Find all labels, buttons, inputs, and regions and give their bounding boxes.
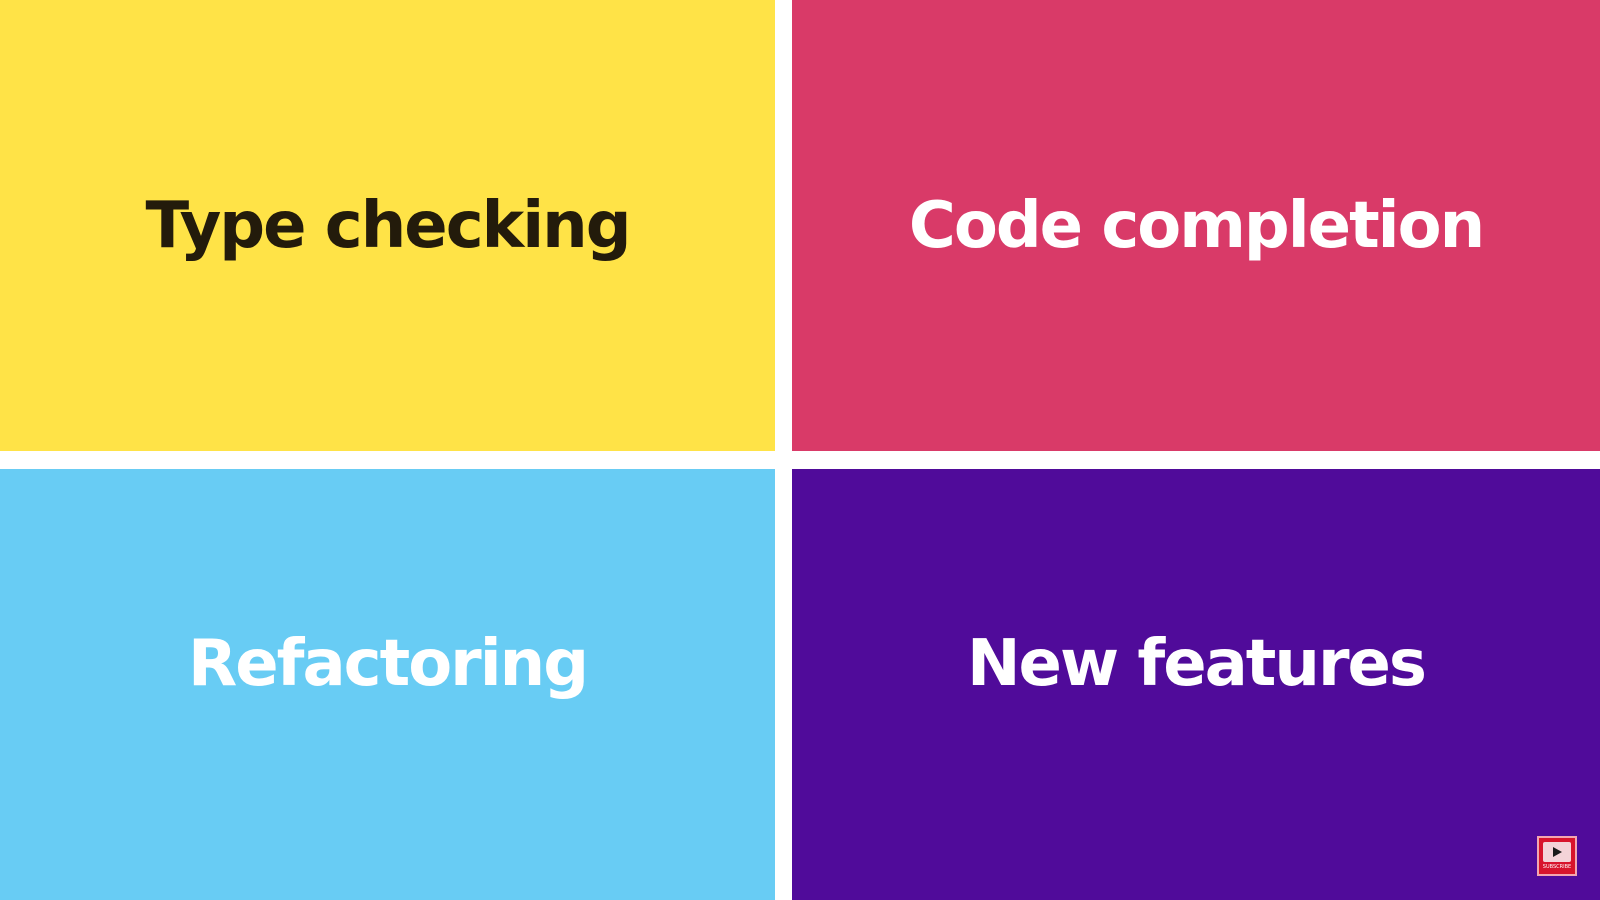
tile-code-completion: Code completion (792, 0, 1600, 451)
play-icon (1543, 842, 1571, 862)
feature-grid: Type checking Code completion Refactorin… (0, 0, 1600, 900)
tile-label: New features (966, 626, 1427, 701)
tile-new-features: New features (792, 469, 1600, 900)
subscribe-label: SUBSCRIBE (1542, 864, 1572, 870)
tile-refactoring: Refactoring (0, 469, 775, 900)
subscribe-button[interactable]: SUBSCRIBE (1537, 836, 1577, 876)
tile-type-checking: Type checking (0, 0, 775, 451)
tile-label: Type checking (145, 188, 632, 263)
tile-label: Refactoring (187, 626, 589, 701)
tile-label: Code completion (908, 188, 1485, 263)
